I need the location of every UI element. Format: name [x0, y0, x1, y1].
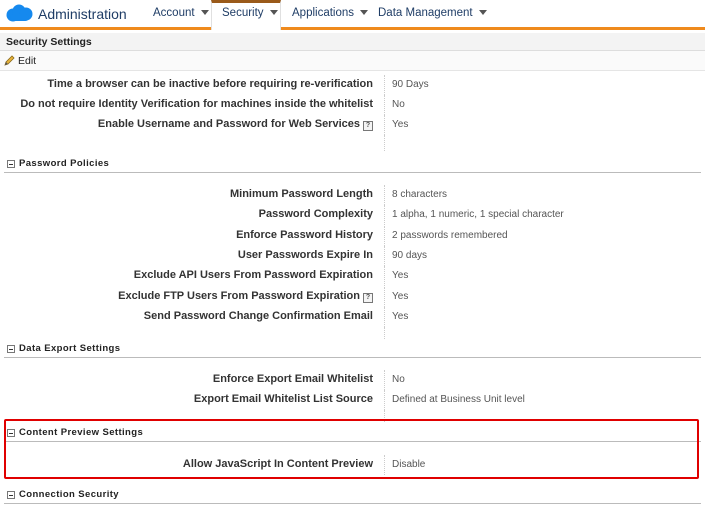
nav-data-management-label: Data Management	[378, 7, 473, 19]
setting-label: User Passwords Expire In	[237, 249, 373, 261]
chevron-down-icon	[360, 10, 369, 15]
row-divider	[384, 370, 385, 390]
setting-label: Password Complexity	[258, 208, 373, 220]
nav-account-label: Account	[153, 7, 195, 19]
top-nav: Administration Account Security Applicat…	[0, 0, 705, 30]
edit-label: Edit	[18, 55, 37, 67]
row-divider	[384, 307, 385, 327]
nav-data-management[interactable]: Data Management	[378, 7, 487, 19]
setting-row: Enforce Export Email Whitelist No	[0, 370, 705, 390]
nav-applications[interactable]: Applications	[292, 7, 369, 19]
setting-value: Yes	[392, 119, 409, 130]
setting-label: Send Password Change Confirmation Email	[143, 310, 373, 322]
setting-value: Yes	[392, 270, 409, 281]
collapse-icon[interactable]	[7, 160, 15, 168]
row-divider	[384, 95, 385, 115]
chevron-down-icon	[269, 10, 278, 15]
setting-label: Minimum Password Length	[229, 188, 373, 200]
section-title: Password Policies	[19, 158, 110, 169]
setting-label: Enforce Password History	[236, 229, 373, 241]
toolbar: Edit	[0, 51, 705, 71]
nav-account[interactable]: Account	[153, 7, 209, 19]
setting-label: Export Email Whitelist List Source	[193, 393, 373, 405]
section-password-policies[interactable]: Password Policies	[4, 155, 701, 173]
nav-security-label: Security	[222, 7, 264, 19]
setting-value: No	[392, 99, 405, 110]
setting-row: Time a browser can be inactive before re…	[0, 75, 705, 95]
setting-label: Exclude API Users From Password Expirati…	[133, 269, 373, 281]
setting-value: 1 alpha, 1 numeric, 1 special character	[392, 209, 564, 220]
row-divider	[384, 205, 385, 225]
highlight-box	[4, 419, 699, 479]
nav-security[interactable]: Security	[222, 7, 278, 19]
setting-label-text: Exclude FTP Users From Password Expirati…	[118, 290, 360, 302]
row-divider	[384, 390, 385, 410]
setting-row: Export Email Whitelist List Source Defin…	[0, 390, 705, 410]
setting-label: Enable Username and Password for Web Ser…	[98, 118, 373, 131]
edit-button[interactable]: Edit	[4, 54, 36, 67]
setting-value: Yes	[392, 291, 409, 302]
nav-applications-label: Applications	[292, 7, 355, 19]
chevron-down-icon	[200, 10, 209, 15]
setting-row: User Passwords Expire In 90 days	[0, 246, 705, 266]
help-icon[interactable]: ?	[363, 293, 373, 303]
row-divider	[384, 75, 385, 95]
setting-value: 90 days	[392, 250, 428, 261]
setting-value: 2 passwords remembered	[392, 230, 508, 241]
setting-row: Send Password Change Confirmation Email …	[0, 307, 705, 327]
section-title: Connection Security	[19, 489, 119, 500]
setting-value: Yes	[392, 311, 409, 322]
collapse-icon[interactable]	[7, 491, 15, 499]
setting-label-text: Enable Username and Password for Web Ser…	[97, 118, 360, 130]
setting-value: Defined at Business Unit level	[392, 394, 525, 405]
collapse-icon[interactable]	[7, 345, 15, 353]
section-title: Data Export Settings	[19, 343, 121, 354]
chevron-down-icon	[478, 10, 487, 15]
row-divider	[384, 135, 385, 151]
setting-label: Enforce Export Email Whitelist	[212, 373, 373, 385]
page-header: Security Settings	[0, 33, 705, 51]
setting-row: Do not require Identity Verification for…	[0, 95, 705, 115]
setting-value: 90 Days	[392, 79, 429, 90]
setting-value: No	[392, 374, 405, 385]
setting-row: Enable Username and Password for Web Ser…	[0, 115, 705, 135]
row-divider	[384, 185, 385, 205]
pencil-icon	[4, 55, 15, 66]
page-title: Security Settings	[6, 36, 92, 48]
setting-label: Exclude FTP Users From Password Expirati…	[118, 290, 373, 303]
row-divider	[384, 327, 385, 339]
section-connection-security[interactable]: Connection Security	[4, 486, 701, 504]
setting-row: Enforce Password History 2 passwords rem…	[0, 226, 705, 246]
row-divider	[384, 246, 385, 266]
row-divider	[384, 115, 385, 135]
setting-label: Time a browser can be inactive before re…	[47, 78, 373, 90]
help-icon[interactable]: ?	[363, 121, 373, 131]
setting-label: Do not require Identity Verification for…	[20, 98, 373, 110]
row-divider	[384, 266, 385, 286]
cloud-logo-icon[interactable]	[4, 4, 34, 24]
row-divider	[384, 287, 385, 307]
app-title: Administration	[38, 6, 127, 22]
setting-row: Password Complexity 1 alpha, 1 numeric, …	[0, 205, 705, 225]
setting-row: Exclude FTP Users From Password Expirati…	[0, 287, 705, 307]
setting-value: 8 characters	[392, 189, 448, 200]
row-divider	[384, 226, 385, 246]
setting-row: Minimum Password Length 8 characters	[0, 185, 705, 205]
setting-row: Exclude API Users From Password Expirati…	[0, 266, 705, 286]
section-data-export[interactable]: Data Export Settings	[4, 340, 701, 358]
